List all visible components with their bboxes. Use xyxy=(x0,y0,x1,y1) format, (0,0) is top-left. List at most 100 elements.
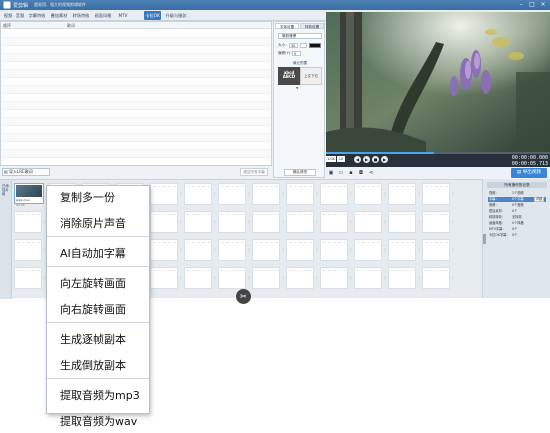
list-row[interactable] xyxy=(1,38,271,46)
clip-slot[interactable] xyxy=(320,211,348,233)
list-row[interactable] xyxy=(1,86,271,94)
clip-slot[interactable] xyxy=(422,211,450,233)
clip-slot[interactable] xyxy=(354,183,382,205)
clip-slot[interactable] xyxy=(388,239,416,261)
clip-slot[interactable] xyxy=(252,211,280,233)
clip-slot[interactable] xyxy=(150,267,178,289)
clip-slot[interactable] xyxy=(320,267,348,289)
history-row[interactable]: 卡拉OK字幕： 0个 xyxy=(488,233,546,238)
clip-slot[interactable] xyxy=(320,239,348,261)
list-row[interactable] xyxy=(1,70,271,78)
close-icon[interactable]: × xyxy=(538,1,548,9)
clip-slot[interactable] xyxy=(150,183,178,205)
clip-slot[interactable] xyxy=(252,267,280,289)
clip-slot[interactable] xyxy=(150,211,178,233)
clip-slot[interactable] xyxy=(286,239,314,261)
clip-slot[interactable] xyxy=(286,211,314,233)
reverse-copy-item[interactable]: 生成倒放副本 xyxy=(47,355,149,377)
speed-step-select[interactable]: 1X xyxy=(337,156,345,162)
list-row[interactable] xyxy=(1,30,271,38)
history-row[interactable]: 字幕： 0个字幕 详细 xyxy=(488,197,546,202)
list-row[interactable] xyxy=(1,126,271,134)
extract-wav-item[interactable]: 提取音频为wav xyxy=(47,411,149,433)
clip-slot[interactable] xyxy=(286,183,314,205)
clip-slot[interactable] xyxy=(286,267,314,289)
clip-slot[interactable] xyxy=(388,211,416,233)
tab-style[interactable]: 画面风格 xyxy=(93,11,113,20)
rotate-left-item[interactable]: 向左旋转画面 xyxy=(47,273,149,295)
apply-button[interactable]: 确认修改 xyxy=(284,169,316,176)
clip-slot[interactable] xyxy=(354,239,382,261)
save-icon[interactable]: ▪ xyxy=(348,170,354,176)
tab-karaoke[interactable]: 卡拉OK xyxy=(144,11,161,20)
color-swatch[interactable] xyxy=(309,43,321,48)
rotate-right-item[interactable]: 向右旋转画面 xyxy=(47,299,149,321)
tab-overlay[interactable]: 叠加素材 xyxy=(49,11,69,20)
preset-black[interactable]: abcd ABCD xyxy=(278,67,300,85)
bold-toggle[interactable] xyxy=(300,43,307,48)
clip-slot[interactable] xyxy=(422,267,450,289)
offset-input[interactable]: 0 xyxy=(292,51,301,56)
clip-slot[interactable] xyxy=(422,183,450,205)
clip-slot[interactable] xyxy=(14,211,42,233)
size-input[interactable]: 30 xyxy=(289,43,298,48)
stop-icon[interactable]: ■ xyxy=(372,156,379,163)
list-row[interactable] xyxy=(1,94,271,102)
timeline-side-tab[interactable]: 已添加片段 xyxy=(0,180,12,299)
clip-slot[interactable] xyxy=(354,211,382,233)
clip-slot[interactable] xyxy=(184,267,212,289)
history-row[interactable]: 画面风格： 0个风格 xyxy=(488,221,546,226)
frame-copy-item[interactable]: 生成逐帧副本 xyxy=(47,329,149,351)
clear-subtitles-button[interactable]: 清空所有字幕 xyxy=(240,168,268,176)
tab-effect-settings[interactable]: 特效设置 xyxy=(300,23,324,29)
font-select[interactable]: 微软雅黑 xyxy=(278,33,322,39)
list-row[interactable] xyxy=(1,78,271,86)
list-row[interactable] xyxy=(1,62,271,70)
video-preview[interactable] xyxy=(326,12,550,152)
list-row[interactable] xyxy=(1,102,271,110)
folder-icon[interactable]: ▭ xyxy=(338,170,344,176)
clip-slot[interactable] xyxy=(422,239,450,261)
scissors-icon[interactable]: ✂ xyxy=(236,289,251,304)
progress-bar[interactable] xyxy=(326,152,550,154)
history-row[interactable]: 转场特效： 无特效 xyxy=(488,215,546,220)
video-clip[interactable]: jpg1.mov 00:06 xyxy=(14,183,44,207)
collapse-handle[interactable] xyxy=(483,234,486,244)
next-frame-icon[interactable]: ▶ xyxy=(381,156,388,163)
list-row[interactable] xyxy=(1,134,271,142)
clip-slot[interactable] xyxy=(150,239,178,261)
clip-slot[interactable] xyxy=(320,183,348,205)
tab-font-settings[interactable]: 字体设置 xyxy=(275,23,299,29)
maximize-icon[interactable]: □ xyxy=(527,1,537,9)
list-row[interactable] xyxy=(1,150,271,158)
copy-clip-item[interactable]: 复制多一份 xyxy=(47,187,149,209)
fullscreen-icon[interactable]: ▣ xyxy=(328,170,334,176)
list-row[interactable] xyxy=(1,142,271,150)
history-detail-button[interactable]: 详细 xyxy=(534,197,544,202)
clip-slot[interactable] xyxy=(14,239,42,261)
clip-slot[interactable] xyxy=(184,239,212,261)
tab-audio[interactable]: 音频 xyxy=(15,11,25,20)
clip-slot[interactable] xyxy=(184,211,212,233)
clip-slot[interactable] xyxy=(218,211,246,233)
import-lrc-button[interactable]: ▤ 导入LRC歌词 xyxy=(2,168,50,176)
clip-slot[interactable] xyxy=(388,183,416,205)
preset-white[interactable]: 上文下右 xyxy=(300,67,322,85)
clip-slot[interactable] xyxy=(218,239,246,261)
play-icon[interactable]: ▶ xyxy=(363,156,370,163)
clip-slot[interactable] xyxy=(184,183,212,205)
tab-video[interactable]: 视频 xyxy=(3,11,13,20)
mute-audio-item[interactable]: 消除原片声音 xyxy=(47,213,149,235)
list-row[interactable] xyxy=(1,46,271,54)
list-row[interactable] xyxy=(1,54,271,62)
list-row[interactable] xyxy=(1,110,271,118)
history-row[interactable]: MTV字幕： 0个 xyxy=(488,227,546,232)
preset-more-icon[interactable]: ▼ xyxy=(296,86,298,90)
clip-slot[interactable] xyxy=(252,183,280,205)
export-video-button[interactable]: ▤ 导出视频 xyxy=(511,168,547,178)
tab-upgrade[interactable]: 升级与服务 xyxy=(163,11,189,20)
share-icon[interactable]: ⋖ xyxy=(368,170,374,176)
ai-subtitle-item[interactable]: AI自动加字幕 xyxy=(47,243,149,265)
prev-frame-icon[interactable]: ◀ xyxy=(354,156,361,163)
tab-transition[interactable]: 转场特效 xyxy=(71,11,91,20)
